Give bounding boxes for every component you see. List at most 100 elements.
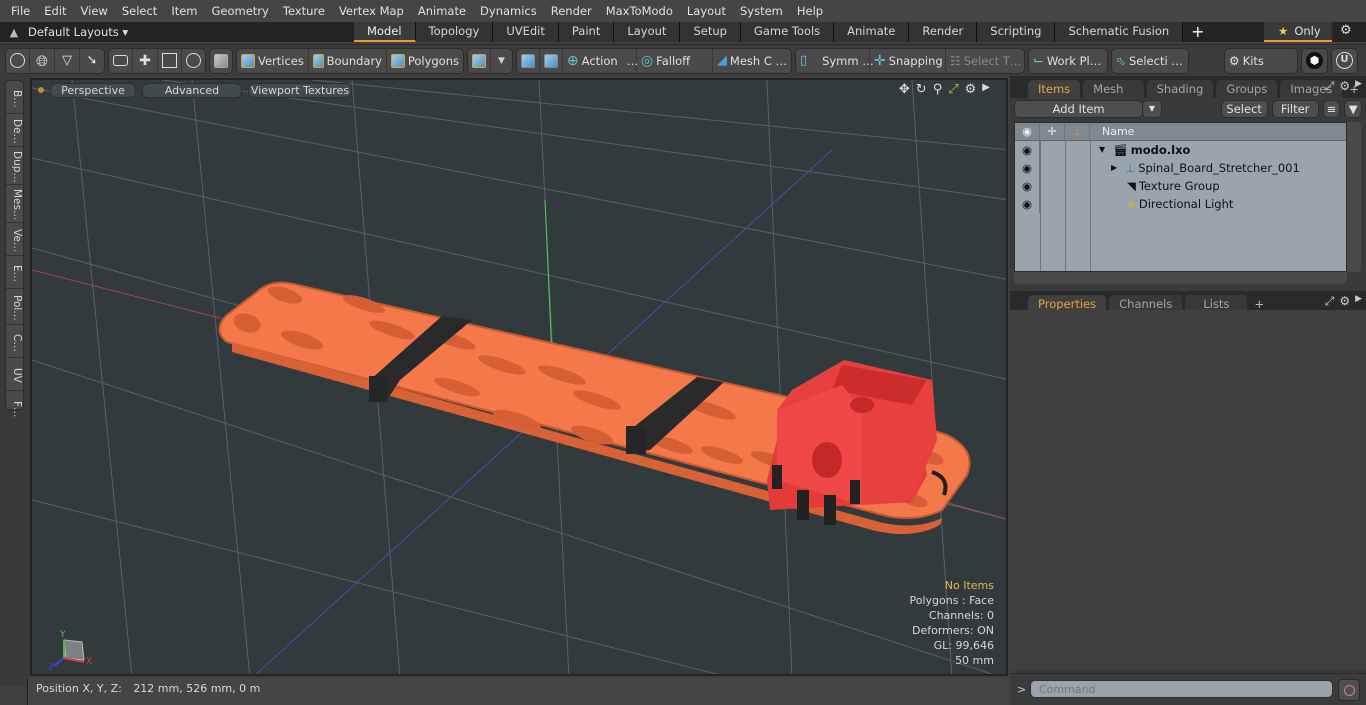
- menu-dynamics[interactable]: Dynamics: [473, 0, 544, 22]
- unreal-button[interactable]: U: [1332, 49, 1357, 73]
- name-column-header[interactable]: Name: [1090, 123, 1134, 140]
- globe-button[interactable]: 🌐︎: [30, 48, 55, 73]
- extrude-button[interactable]: ✚: [133, 48, 158, 73]
- menu-vertex-map[interactable]: Vertex Map: [332, 0, 411, 22]
- gear-icon[interactable]: ⚙: [1340, 23, 1352, 38]
- add-item-dropdown[interactable]: ▼: [1142, 100, 1162, 118]
- menu-geometry[interactable]: Geometry: [205, 0, 276, 22]
- panel-settings-icon[interactable]: ⚙: [1339, 294, 1350, 309]
- record-macro-button[interactable]: [1338, 679, 1360, 701]
- snapping-button[interactable]: ✛ Snapping: [870, 48, 946, 73]
- advanced-shading-button[interactable]: Advanced: [142, 82, 242, 98]
- funnel-button[interactable]: ▼: [1344, 100, 1362, 118]
- panel-settings-icon[interactable]: ⚙: [1339, 79, 1350, 94]
- kits-button[interactable]: ⚙ Kits: [1225, 49, 1297, 73]
- menu-help[interactable]: Help: [790, 0, 830, 22]
- eye-icon[interactable]: ◉: [1015, 195, 1040, 213]
- vtab-deform[interactable]: De…: [6, 114, 23, 147]
- bevel-button[interactable]: [109, 48, 133, 73]
- inset-button[interactable]: [158, 48, 182, 73]
- locator-column-icon[interactable]: ⊥: [1065, 123, 1090, 140]
- maximize-panel-icon[interactable]: ⤢: [1325, 79, 1335, 94]
- viewport-options-dot[interactable]: [38, 87, 44, 93]
- lock-column-icon[interactable]: ✛: [1040, 123, 1065, 140]
- command-input[interactable]: [1030, 680, 1333, 698]
- menu-system[interactable]: System: [733, 0, 790, 22]
- vtab-uv[interactable]: UV: [6, 358, 23, 391]
- tab-scripting[interactable]: Scripting: [977, 22, 1056, 42]
- expand-arrow-icon[interactable]: ▶: [982, 82, 990, 97]
- tab-game-tools[interactable]: Game Tools: [740, 22, 835, 42]
- select-button[interactable]: Select: [1220, 100, 1268, 118]
- panel-arrow-icon[interactable]: ▶: [1355, 79, 1362, 94]
- world-axis-button[interactable]: [517, 48, 540, 73]
- item-mode-button[interactable]: [468, 48, 491, 73]
- maximize-icon[interactable]: ⤢: [948, 82, 958, 97]
- vtab-mesh-edit[interactable]: Mes…: [6, 185, 23, 223]
- item-mode-dropdown[interactable]: ▼: [491, 49, 512, 73]
- menu-view[interactable]: View: [74, 0, 115, 22]
- tab-shading[interactable]: Shading: [1146, 80, 1214, 98]
- tab-paint[interactable]: Paint: [558, 22, 615, 42]
- vtab-vertex[interactable]: Ve…: [6, 223, 23, 256]
- list-options-button[interactable]: ≡: [1322, 100, 1341, 118]
- menu-item[interactable]: Item: [164, 0, 204, 22]
- tree-row-light[interactable]: ◉ ◈ Directional Light: [1015, 195, 1346, 213]
- only-toggle[interactable]: ★ Only: [1264, 22, 1332, 42]
- falloff-button[interactable]: ◎ Falloff: [637, 48, 713, 73]
- tree-row-texture-group[interactable]: ◉ ◥ Texture Group: [1015, 177, 1346, 195]
- select-through-button[interactable]: ☷ Select T…: [946, 49, 1024, 73]
- add-layout-tab-button[interactable]: +: [1183, 23, 1212, 41]
- maximize-panel-icon[interactable]: ⤢: [1325, 294, 1335, 309]
- menu-layout[interactable]: Layout: [680, 0, 733, 22]
- symmetry-button[interactable]: ▯ Symm …: [796, 48, 874, 73]
- tree-row-scene[interactable]: ◉ ▼ 🎬︎ modo.lxo: [1015, 141, 1346, 159]
- tab-layout[interactable]: Layout: [614, 22, 681, 42]
- zoom-icon[interactable]: ⚲: [933, 82, 943, 97]
- 3d-viewport[interactable]: Perspective Advanced Viewport Textures ✥…: [30, 78, 1008, 676]
- menu-render[interactable]: Render: [544, 0, 599, 22]
- tab-mesh-ops[interactable]: Mesh …: [1083, 80, 1144, 114]
- selection-sets-button[interactable]: ⬁ Selecti …: [1112, 49, 1188, 73]
- eye-icon[interactable]: ◉: [1015, 141, 1040, 159]
- expand-arrow-icon[interactable]: ▶: [1111, 159, 1117, 177]
- pen-tool-button[interactable]: ▽: [55, 48, 80, 73]
- filter-button[interactable]: Filter: [1271, 100, 1319, 118]
- rotate-icon[interactable]: ↻: [916, 82, 927, 97]
- perspective-button[interactable]: Perspective: [50, 82, 136, 98]
- vtab-fusion[interactable]: F…: [6, 391, 23, 424]
- add-item-button[interactable]: Add Item: [1014, 100, 1144, 118]
- boundary-mode-button[interactable]: Boundary: [309, 48, 387, 73]
- pan-icon[interactable]: ✥: [899, 82, 910, 97]
- tab-topology[interactable]: Topology: [415, 22, 494, 42]
- vtab-edge[interactable]: E…: [6, 256, 23, 289]
- workplane-button[interactable]: ⌙ Work Pl…: [1029, 49, 1107, 73]
- viewport-settings-icon[interactable]: ⚙: [965, 82, 977, 97]
- radial-button[interactable]: [182, 49, 205, 73]
- eye-icon[interactable]: ◉: [1015, 177, 1040, 195]
- tab-uvedit[interactable]: UVEdit: [493, 22, 559, 42]
- action-center-button[interactable]: ⊕ Action…: [563, 48, 638, 73]
- auto-select-button[interactable]: [210, 49, 232, 73]
- menu-maxtomodo[interactable]: MaxToModo: [599, 0, 680, 22]
- default-layouts-dropdown[interactable]: Default Layouts ▾: [28, 25, 318, 39]
- viewport-textures-button[interactable]: Viewport Textures: [248, 82, 352, 98]
- menu-file[interactable]: File: [4, 0, 37, 22]
- tab-schematic-fusion[interactable]: Schematic Fusion: [1055, 22, 1184, 42]
- tab-groups[interactable]: Groups: [1216, 80, 1278, 98]
- visibility-column-eye-icon[interactable]: ◉: [1015, 123, 1040, 140]
- menu-texture[interactable]: Texture: [276, 0, 332, 22]
- bezier-tool-button[interactable]: ➘: [80, 49, 104, 73]
- polygons-mode-button[interactable]: Polygons: [387, 49, 463, 73]
- vtab-curve[interactable]: C…: [6, 325, 23, 358]
- sphere-select-button[interactable]: [6, 48, 30, 73]
- tree-scrollbar[interactable]: [1347, 122, 1361, 272]
- tab-model[interactable]: Model: [354, 22, 416, 42]
- tree-row-mesh[interactable]: ◉ ▶ ⊥ Spinal_Board_Stretcher_001: [1015, 159, 1346, 177]
- tab-animate[interactable]: Animate: [834, 22, 910, 42]
- local-axis-button[interactable]: [540, 48, 563, 73]
- tab-render[interactable]: Render: [909, 22, 978, 42]
- menu-animate[interactable]: Animate: [411, 0, 473, 22]
- tab-setup[interactable]: Setup: [680, 22, 741, 42]
- mesh-constraint-button[interactable]: ◢ Mesh C …: [713, 49, 791, 73]
